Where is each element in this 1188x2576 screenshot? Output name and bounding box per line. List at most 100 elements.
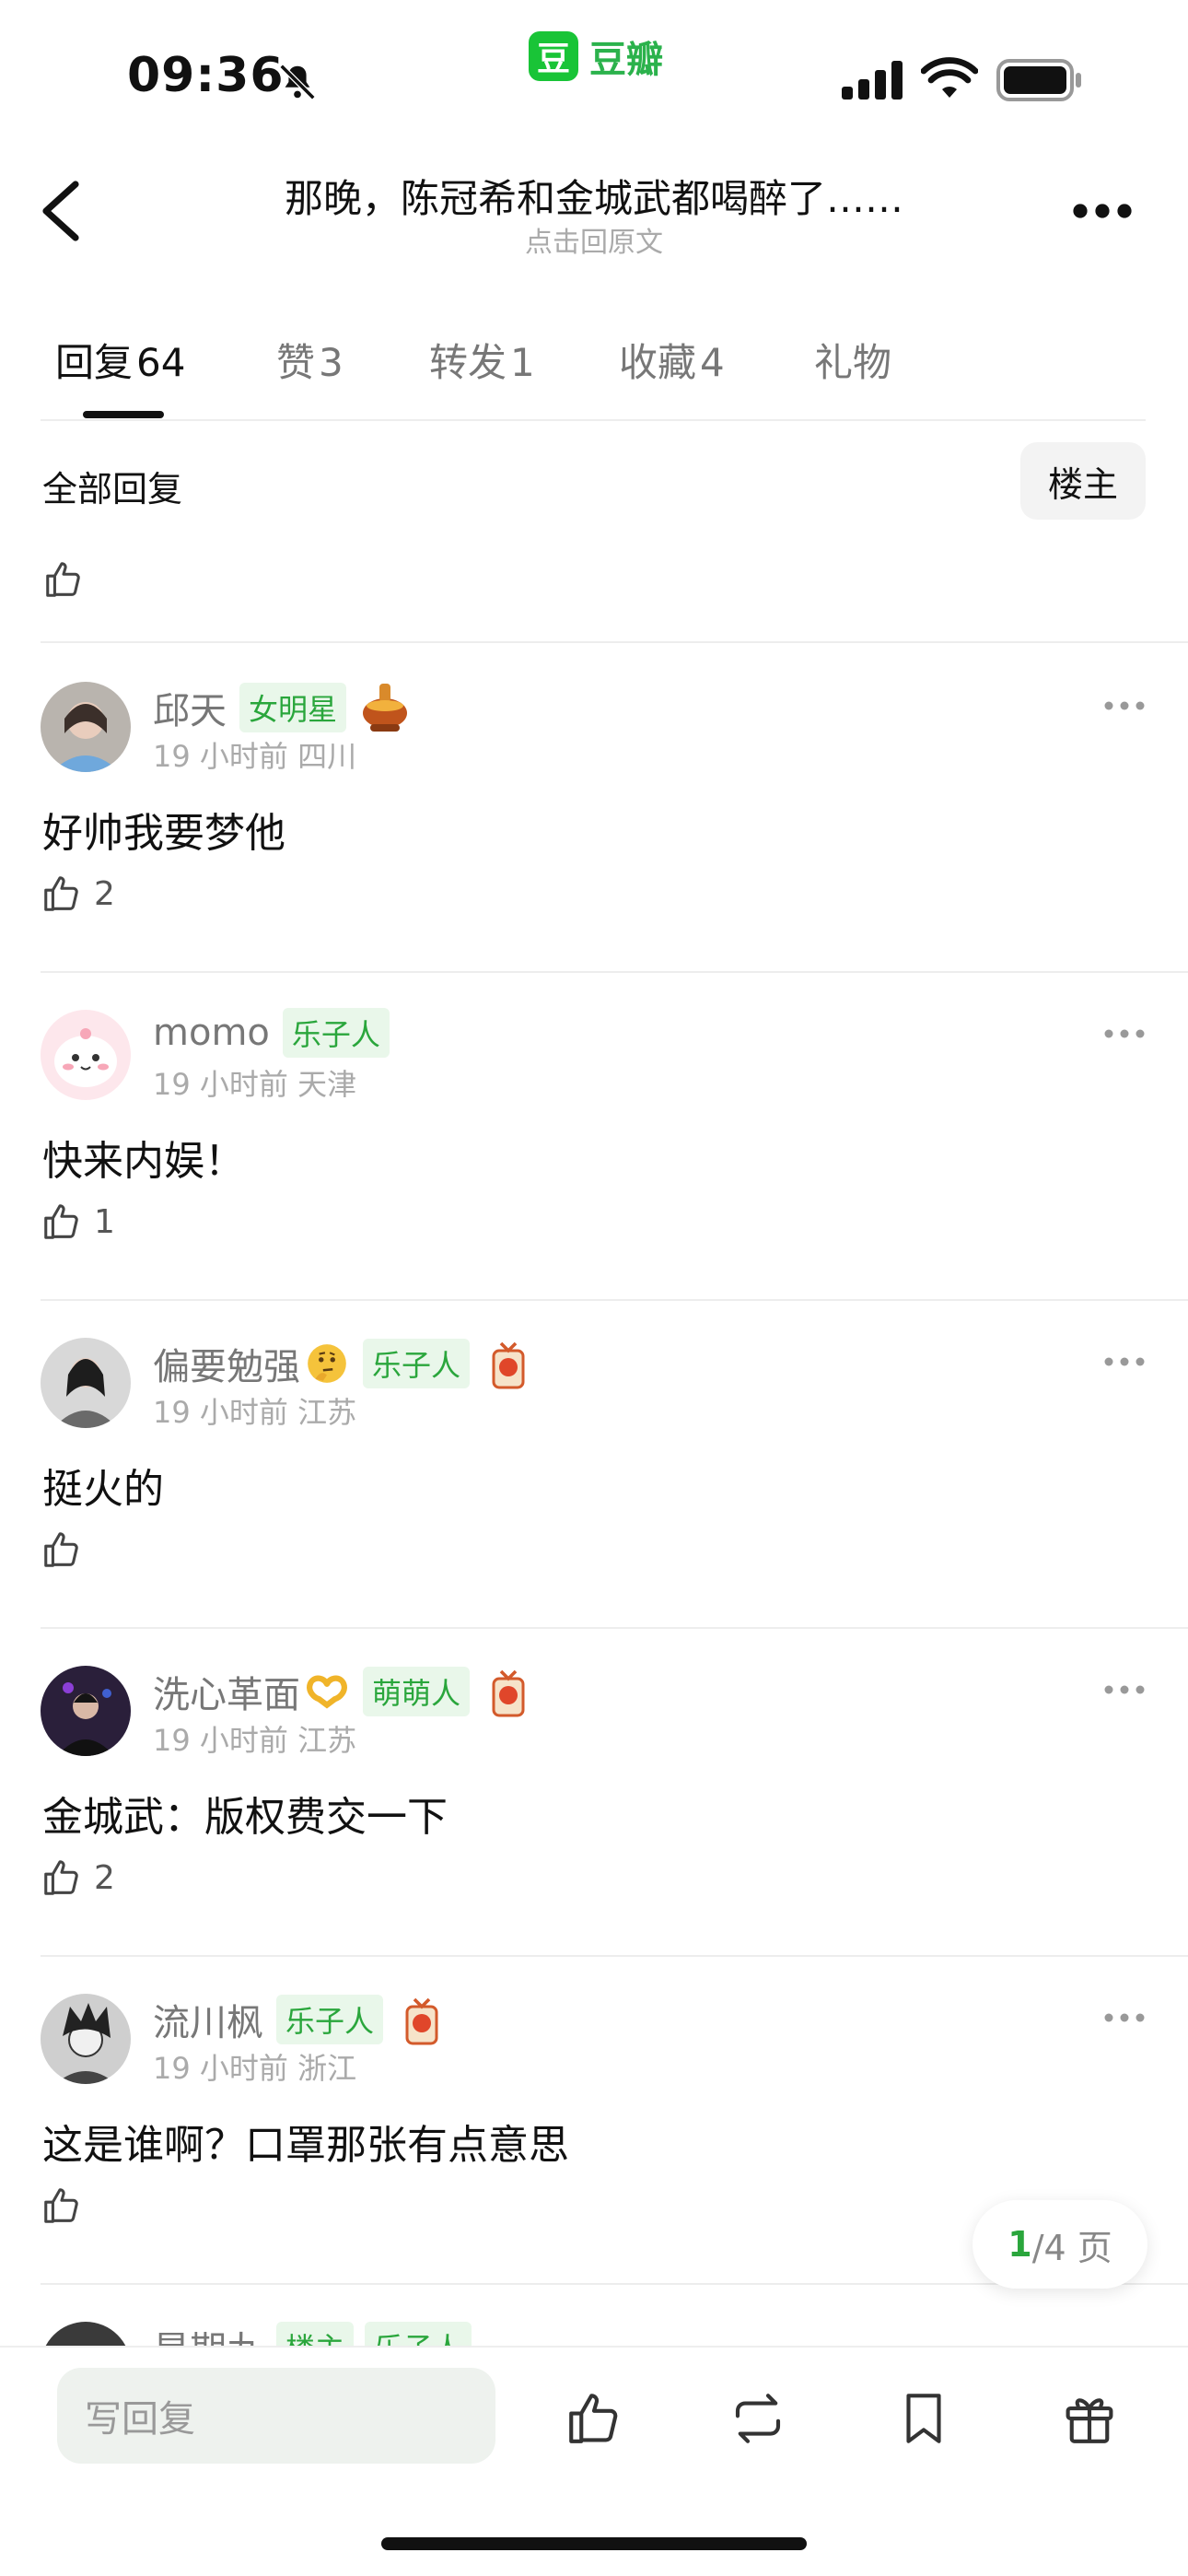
comment-meta: 19 小时前 浙江	[153, 2045, 356, 2088]
tab-label: 礼物	[814, 340, 892, 385]
all-replies-title: 全部回复	[42, 469, 183, 509]
avatar[interactable]	[41, 1010, 131, 1100]
tab-count: 3	[319, 340, 344, 385]
wifi-icon	[921, 57, 978, 98]
comment-item: 洗心革面 萌萌人 19 小时前 江苏 金城武：版权费交一下 2	[0, 1629, 1188, 1957]
comment-location: 浙江	[297, 2051, 357, 2086]
username-row: 偏要勉强 乐子人	[153, 1336, 534, 1391]
lucky-bag-medal-icon	[405, 1997, 438, 2045]
app-name: 豆瓣	[589, 39, 663, 81]
user-badge: 乐子人	[276, 1995, 384, 2044]
replies-header: 全部回复 楼主	[0, 420, 1188, 540]
page-title[interactable]: 那晚，陈冠希和金城武都喝醉了……	[184, 168, 1004, 224]
comment-like-button[interactable]	[41, 1524, 94, 1575]
avatar[interactable]	[41, 1666, 131, 1756]
comment-time: 19 小时前	[153, 1723, 288, 1758]
comment-more-icon[interactable]	[1103, 1356, 1146, 1367]
thinking-face-icon	[308, 1344, 346, 1383]
tab-label: 赞	[276, 340, 316, 385]
like-count: 2	[94, 874, 115, 913]
tab-collections[interactable]: 收藏4	[619, 332, 725, 388]
user-badge: 乐子人	[282, 1008, 390, 1058]
more-options-icon[interactable]	[1072, 203, 1133, 219]
username-row: 流川枫 乐子人	[153, 1992, 448, 2047]
comment-more-icon[interactable]	[1103, 2012, 1146, 2023]
bookmark-icon[interactable]	[893, 2388, 954, 2449]
lucky-bag-medal-icon	[492, 1669, 525, 1717]
comment-like-button[interactable]	[41, 2180, 94, 2231]
tab-likes[interactable]: 赞3	[276, 332, 344, 388]
comment-text: 好帅我要梦他	[42, 810, 285, 857]
tab-label: 转发	[429, 340, 507, 385]
comment-meta: 19 小时前 四川	[153, 733, 356, 776]
comment-like-button[interactable]: 2	[41, 868, 115, 919]
repost-icon[interactable]	[728, 2388, 788, 2449]
home-indicator[interactable]	[381, 2537, 807, 2550]
username[interactable]: 流川枫	[153, 1993, 263, 2046]
tab-reposts[interactable]: 转发1	[429, 332, 535, 388]
avatar[interactable]	[41, 1994, 131, 2084]
username[interactable]: 邱天	[153, 681, 227, 734]
thumbs-up-icon	[44, 1204, 78, 1239]
username-row: 洗心革面 萌萌人	[153, 1664, 534, 1719]
reply-input[interactable]: 写回复	[57, 2368, 495, 2464]
thumbs-up-icon	[44, 876, 78, 911]
app-badge[interactable]: 豆 豆瓣	[529, 31, 663, 81]
comment-text: 挺火的	[42, 1466, 164, 1513]
username-row: momo 乐子人	[153, 1008, 390, 1058]
status-time: 09:36	[127, 48, 285, 103]
bell-muted-icon	[279, 64, 316, 100]
hotpot-medal-icon	[363, 684, 408, 732]
tab-bar: 回复64 赞3 转发1 收藏4 礼物	[0, 322, 1188, 420]
avatar[interactable]	[41, 682, 131, 772]
current-page: 1	[1007, 2224, 1032, 2265]
username-row: 邱天 女明星	[153, 680, 411, 735]
status-bar: 09:36 豆 豆瓣	[0, 0, 1188, 138]
comment-time: 19 小时前	[153, 739, 288, 774]
tab-active-indicator	[83, 411, 164, 418]
username[interactable]: 偏要勉强	[153, 1337, 300, 1390]
tab-gifts[interactable]: 礼物	[814, 332, 895, 388]
comment-item: 偏要勉强 乐子人 19 小时前 江苏 挺火的	[0, 1301, 1188, 1629]
nav-bar: 那晚，陈冠希和金城武都喝醉了…… 点击回原文	[0, 138, 1188, 276]
comment-location: 江苏	[297, 1723, 357, 1758]
comment-like-button[interactable]: 2	[41, 1852, 115, 1903]
comment-meta: 19 小时前 江苏	[153, 1389, 356, 1432]
tab-label: 收藏	[619, 340, 697, 385]
comment-time: 19 小时前	[153, 2051, 288, 2086]
like-icon[interactable]	[564, 2388, 624, 2449]
comment-more-icon[interactable]	[1103, 1684, 1146, 1695]
thumbs-up-icon	[44, 1860, 78, 1895]
gift-icon[interactable]	[1059, 2388, 1120, 2449]
tab-count: 4	[700, 340, 725, 385]
bottom-action-bar: 写回复	[0, 2346, 1188, 2576]
avatar[interactable]	[41, 1338, 131, 1428]
tab-label: 回复	[55, 340, 134, 385]
back-icon[interactable]	[37, 179, 83, 243]
comment-time: 19 小时前	[153, 1067, 288, 1102]
back-to-original-link[interactable]: 点击回原文	[184, 219, 1004, 260]
like-count: 2	[94, 1858, 115, 1897]
comment-text: 快来内娱！	[42, 1138, 245, 1185]
cellular-signal-icon	[842, 61, 903, 100]
comment-more-icon[interactable]	[1103, 1028, 1146, 1039]
divider	[41, 641, 1188, 643]
comment-like-button[interactable]: 1	[41, 1196, 115, 1247]
like-count: 1	[94, 1202, 115, 1241]
comment-time: 19 小时前	[153, 1395, 288, 1430]
thumbs-up-icon	[44, 2188, 78, 2223]
username[interactable]: 洗心革面	[153, 1665, 300, 1718]
op-only-filter-button[interactable]: 楼主	[1020, 442, 1146, 520]
page-indicator[interactable]: 1/4 页	[973, 2200, 1147, 2289]
tab-replies[interactable]: 回复64	[55, 332, 185, 388]
comment-location: 天津	[297, 1067, 357, 1102]
thumbs-up-icon[interactable]	[42, 558, 85, 601]
battery-icon	[996, 59, 1081, 101]
comment-text: 这是谁啊？口罩那张有点意思	[42, 2122, 569, 2169]
heart-hands-icon	[307, 1675, 347, 1709]
douban-logo: 豆	[529, 31, 578, 81]
username[interactable]: momo	[153, 1012, 270, 1054]
comment-item: 邱天 女明星 19 小时前 四川 好帅我要梦他 2	[0, 645, 1188, 973]
comment-meta: 19 小时前 天津	[153, 1061, 356, 1104]
comment-more-icon[interactable]	[1103, 700, 1146, 711]
